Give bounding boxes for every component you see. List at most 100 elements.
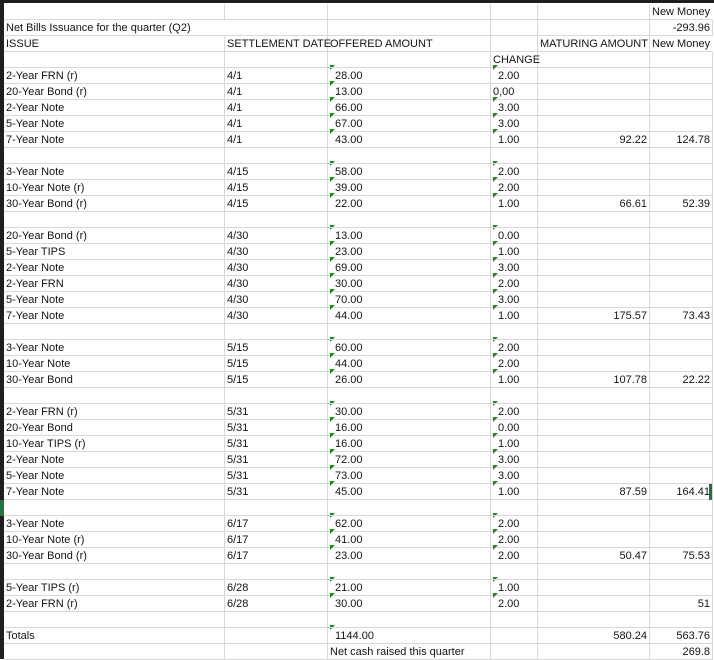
offered-amount-cell[interactable]: 13.00	[328, 225, 491, 244]
offered-amount-cell[interactable]: 30.00	[328, 273, 491, 292]
settlement-date-cell[interactable]: 5/31	[225, 468, 328, 484]
change-cell[interactable]: 1.00	[491, 481, 538, 500]
offered-amount-cell[interactable]: 28.00	[328, 65, 491, 84]
empty-cell[interactable]	[538, 532, 650, 548]
empty-cell[interactable]	[538, 180, 650, 196]
empty-cell[interactable]	[538, 148, 650, 164]
offered-amount-cell[interactable]: 23.00	[328, 545, 491, 564]
empty-cell[interactable]	[650, 292, 713, 308]
offered-amount-cell[interactable]: 44.00	[328, 305, 491, 324]
issue-cell[interactable]: 20-Year Bond (r)	[4, 228, 225, 244]
settlement-date-cell[interactable]: 5/15	[225, 372, 328, 388]
settlement-date-cell[interactable]: 4/15	[225, 180, 328, 196]
empty-cell[interactable]	[538, 212, 650, 228]
empty-cell[interactable]	[328, 20, 491, 36]
change-cell[interactable]: 2.00	[491, 337, 538, 356]
offered-amount-cell[interactable]: 58.00	[328, 161, 491, 180]
empty-cell[interactable]	[225, 644, 328, 660]
total-maturing-amount[interactable]: 580.24	[538, 628, 650, 644]
settlement-date-cell[interactable]: 5/15	[225, 340, 328, 356]
empty-cell[interactable]	[650, 100, 713, 116]
change-cell[interactable]: 0,00	[491, 84, 538, 100]
issue-cell[interactable]: 7-Year Note	[4, 484, 225, 500]
change-cell[interactable]: 3.00	[491, 289, 538, 308]
empty-cell[interactable]	[650, 356, 713, 372]
settlement-date-cell[interactable]: 6/17	[225, 532, 328, 548]
empty-cell[interactable]	[538, 468, 650, 484]
change-cell[interactable]: 2.00	[491, 529, 538, 548]
issue-cell[interactable]: 2-Year FRN (r)	[4, 404, 225, 420]
offered-amount-cell[interactable]: 23.00	[328, 241, 491, 260]
empty-cell[interactable]	[650, 468, 713, 484]
settlement-date-cell[interactable]: 5/31	[225, 420, 328, 436]
empty-cell[interactable]	[4, 500, 225, 516]
new-money-cell[interactable]: 52.39	[650, 196, 713, 212]
settlement-date-cell[interactable]: 6/17	[225, 516, 328, 532]
empty-cell[interactable]	[328, 4, 491, 20]
empty-cell[interactable]	[491, 212, 538, 228]
empty-cell[interactable]	[650, 228, 713, 244]
empty-cell[interactable]	[491, 628, 538, 644]
settlement-date-cell[interactable]: 6/28	[225, 580, 328, 596]
offered-amount-cell[interactable]: 21.00	[328, 577, 491, 596]
empty-cell[interactable]	[328, 388, 491, 404]
change-cell[interactable]: 3.00	[491, 449, 538, 468]
settlement-date-cell[interactable]: 4/1	[225, 68, 328, 84]
offered-amount-cell[interactable]: 67.00	[328, 113, 491, 132]
empty-cell[interactable]	[4, 148, 225, 164]
issue-cell[interactable]: 20-Year Bond	[4, 420, 225, 436]
change-cell[interactable]: 1.00	[491, 193, 538, 212]
empty-cell[interactable]	[650, 340, 713, 356]
empty-cell[interactable]	[650, 84, 713, 100]
issue-cell[interactable]: 3-Year Note	[4, 164, 225, 180]
issue-cell[interactable]: 30-Year Bond (r)	[4, 196, 225, 212]
empty-cell[interactable]	[650, 116, 713, 132]
settlement-date-cell[interactable]: 4/1	[225, 116, 328, 132]
issue-cell[interactable]: 10-Year Note	[4, 356, 225, 372]
empty-cell[interactable]	[491, 36, 538, 52]
change-cell[interactable]: 1.00	[491, 369, 538, 388]
empty-cell[interactable]	[4, 644, 225, 660]
empty-cell[interactable]	[4, 52, 225, 68]
net-cash-label[interactable]: Net cash raised this quarter	[328, 644, 491, 660]
offered-amount-cell[interactable]: 62.00	[328, 513, 491, 532]
offered-amount-cell[interactable]: 60.00	[328, 337, 491, 356]
empty-cell[interactable]	[538, 292, 650, 308]
issue-cell[interactable]: 20-Year Bond (r)	[4, 84, 225, 100]
empty-cell[interactable]	[538, 228, 650, 244]
empty-cell[interactable]	[538, 404, 650, 420]
column-header-maturing-amount[interactable]: MATURING AMOUNT	[538, 36, 650, 52]
issue-cell[interactable]: 2-Year Note	[4, 452, 225, 468]
empty-cell[interactable]	[650, 324, 713, 340]
empty-cell[interactable]	[225, 212, 328, 228]
empty-cell[interactable]	[225, 148, 328, 164]
empty-cell[interactable]	[650, 404, 713, 420]
change-cell[interactable]: 2.00	[491, 177, 538, 196]
issue-cell[interactable]: 5-Year Note	[4, 292, 225, 308]
change-cell[interactable]: 0.00	[491, 225, 538, 244]
settlement-date-cell[interactable]: 4/30	[225, 292, 328, 308]
issue-cell[interactable]: 7-Year Note	[4, 308, 225, 324]
offered-amount-cell[interactable]: 41.00	[328, 529, 491, 548]
issue-cell[interactable]: 2-Year FRN (r)	[4, 68, 225, 84]
empty-cell[interactable]	[650, 580, 713, 596]
empty-cell[interactable]	[538, 244, 650, 260]
empty-cell[interactable]	[225, 52, 328, 68]
empty-cell[interactable]	[538, 68, 650, 84]
settlement-date-cell[interactable]: 4/1	[225, 84, 328, 100]
offered-amount-cell[interactable]: 13.00	[328, 81, 491, 100]
net-bills-value[interactable]: -293.96	[650, 20, 713, 36]
settlement-date-cell[interactable]: 4/30	[225, 260, 328, 276]
offered-amount-cell[interactable]: 26.00	[328, 369, 491, 388]
new-money-cell[interactable]: 22.22	[650, 372, 713, 388]
settlement-date-cell[interactable]: 6/28	[225, 596, 328, 612]
change-cell[interactable]: 2.00	[491, 161, 538, 180]
new-money-cell[interactable]: 51	[650, 596, 713, 612]
empty-cell[interactable]	[538, 500, 650, 516]
empty-cell[interactable]	[538, 84, 650, 100]
issue-cell[interactable]: 10-Year Note (r)	[4, 180, 225, 196]
empty-cell[interactable]	[650, 452, 713, 468]
change-cell[interactable]: 2.00	[491, 545, 538, 564]
change-cell[interactable]: 1.00	[491, 433, 538, 452]
empty-cell[interactable]	[538, 612, 650, 628]
